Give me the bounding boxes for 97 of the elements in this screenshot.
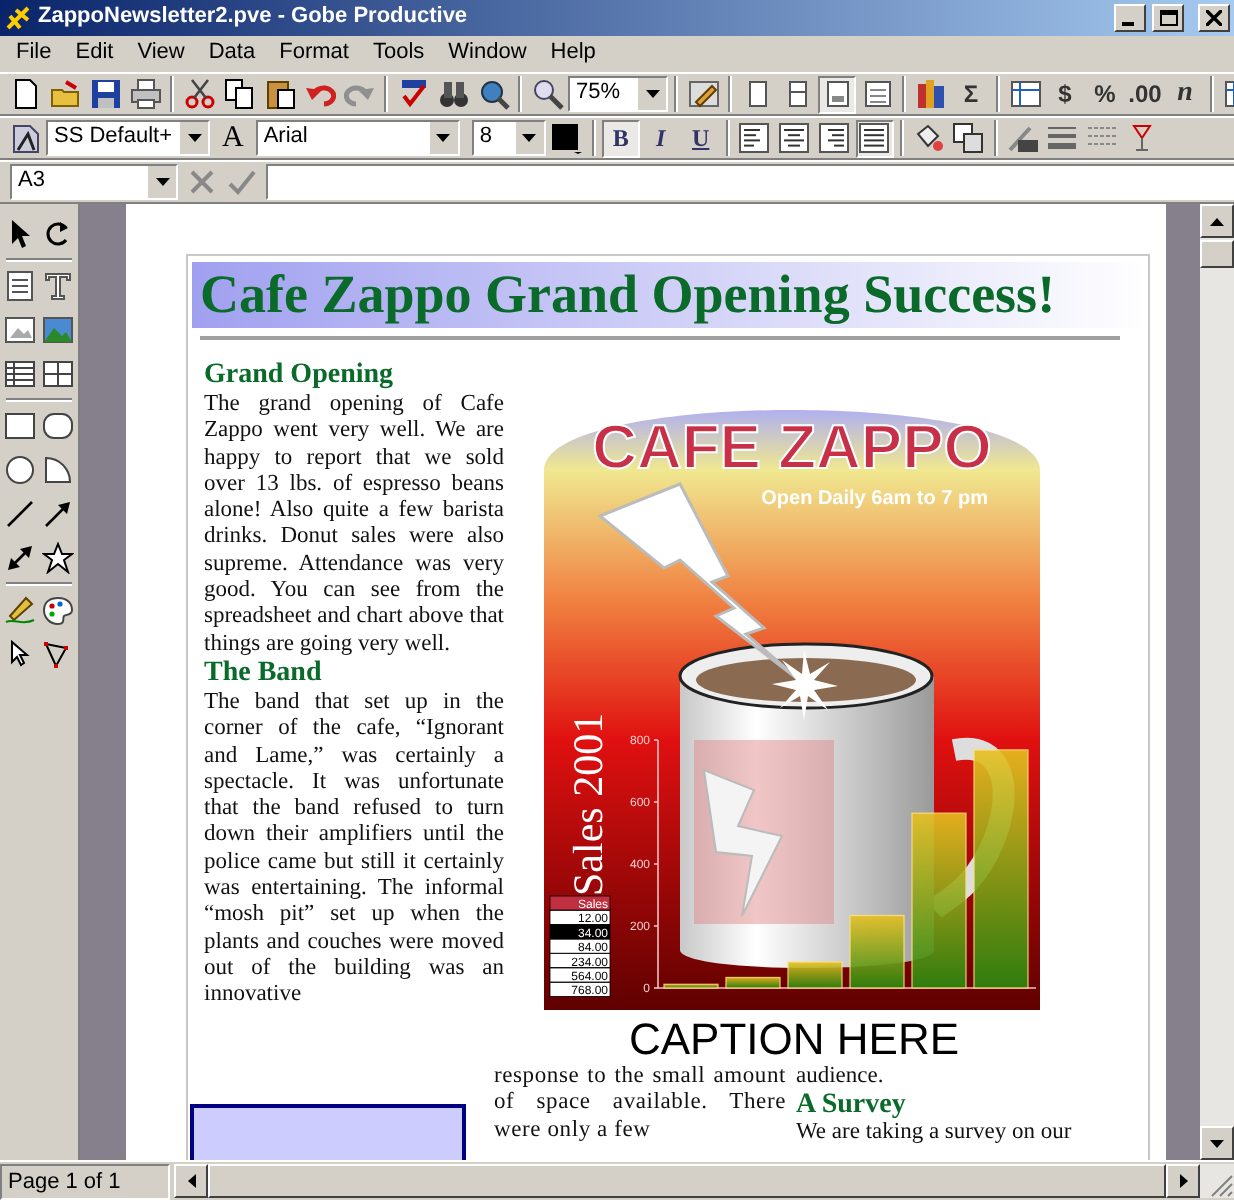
section-heading: A Survey <box>796 1090 908 1121</box>
bold-button[interactable]: B <box>601 119 640 157</box>
menu-item[interactable]: Tools <box>360 40 437 68</box>
paragraph: audience. <box>796 1064 886 1091</box>
menu-item[interactable]: Format <box>267 40 361 68</box>
dropdown-arrow-icon[interactable] <box>645 90 659 98</box>
palette-icon[interactable] <box>42 594 75 626</box>
line-weight-icon[interactable] <box>1046 122 1079 154</box>
zoom-icon[interactable] <box>531 78 563 110</box>
resize-grip-icon[interactable] <box>1210 1174 1234 1198</box>
chart-bar <box>725 976 781 989</box>
dropdown-arrow-icon[interactable] <box>155 178 169 186</box>
decimal-button[interactable]: .00 <box>1126 75 1164 113</box>
paragraph: response to the small amount of space available. There were only a few <box>494 1064 786 1144</box>
grid-icon[interactable] <box>42 358 75 390</box>
minimize-button[interactable] <box>1114 4 1146 32</box>
chart-bar <box>849 914 905 989</box>
style-icon[interactable] <box>9 122 41 154</box>
scroll-thumb[interactable] <box>208 1164 1166 1198</box>
close-button[interactable] <box>1198 4 1230 32</box>
formula-input[interactable] <box>266 164 1234 200</box>
close-icon[interactable] <box>1206 10 1222 26</box>
paragraph: The band that set up in the corner of the cafe, “Ignorant and Lame,” was certainly a spectacle. It was unfortunate that the band refused to turn down their amplifiers until the police came but still it certainly was entertaining. The informal “mosh pit” set up when the plants and couches were moved out of the building was an innovative <box>204 689 504 1010</box>
app-icon <box>4 4 32 32</box>
new-page-icon[interactable] <box>9 78 41 110</box>
underline-button[interactable]: U <box>681 119 720 157</box>
text-frame-icon[interactable] <box>3 270 36 302</box>
menu-item[interactable]: Data <box>196 40 268 68</box>
window-title: ZappoNewsletter2.pve - Gobe Productive <box>38 4 468 32</box>
chart-bar <box>663 983 719 989</box>
paragraph: We are taking a survey on our <box>796 1120 1074 1148</box>
style-select[interactable]: SS Default+ <box>46 120 210 156</box>
landscape-icon[interactable] <box>42 314 75 346</box>
arrange-icon[interactable] <box>952 122 985 154</box>
rectangle-icon[interactable] <box>3 410 36 442</box>
font-select[interactable]: Arial <box>255 120 460 156</box>
star-icon[interactable] <box>42 542 75 574</box>
poster-subtitle: Open Daily 6am to 7 pm <box>761 488 988 510</box>
currency-button[interactable]: $ <box>1046 75 1084 113</box>
printer-icon[interactable] <box>129 78 161 110</box>
paragraph: The grand opening of Cafe Zappo went very well. We are happy to report that we sold over 13 lbs. of espresso beans alone! Also quite a few barista drinks. Donut sales were also supreme. Attendance was very good. You can see from the spreadsheet and chart above that things are going very well. <box>204 392 504 658</box>
scroll-thumb[interactable] <box>1200 240 1234 268</box>
zoom-select[interactable]: 75% <box>568 76 668 112</box>
line-color-icon[interactable] <box>1006 122 1039 154</box>
highlighter-icon[interactable] <box>3 594 36 626</box>
size-select[interactable]: 8 <box>471 120 546 156</box>
up-arrow-icon[interactable] <box>1210 217 1224 225</box>
maximize-icon[interactable] <box>1159 10 1177 26</box>
rounded-rectangle-icon[interactable] <box>42 410 75 442</box>
sheet-grid-icon[interactable] <box>1009 78 1041 110</box>
text-tool-icon[interactable] <box>42 270 75 302</box>
down-arrow-icon[interactable] <box>1210 1139 1224 1147</box>
copy-icon[interactable] <box>223 78 255 110</box>
clipboard-icon[interactable] <box>263 78 295 110</box>
color-swatch[interactable] <box>550 122 583 154</box>
cell-select[interactable]: A3 <box>10 164 178 200</box>
table-grid-icon[interactable] <box>3 358 36 390</box>
right-arrow-icon[interactable] <box>1179 1174 1187 1188</box>
dropdown-arrow-icon[interactable] <box>436 134 451 142</box>
scissors-icon[interactable] <box>183 78 215 110</box>
scroll-left-button[interactable] <box>174 1164 208 1198</box>
folder-icon[interactable] <box>49 78 81 110</box>
globe-search-icon[interactable] <box>477 78 509 110</box>
left-arrow-icon[interactable] <box>187 1174 195 1188</box>
binoculars-icon[interactable] <box>437 78 469 110</box>
circle-icon[interactable] <box>3 454 36 486</box>
sum-button[interactable]: Σ <box>952 75 990 113</box>
percent-button[interactable]: % <box>1086 75 1124 113</box>
menu-item[interactable]: Window <box>436 40 539 68</box>
menu-item[interactable]: View <box>125 40 197 68</box>
fill-bucket-icon[interactable] <box>912 122 945 154</box>
dropdown-arrow-icon[interactable] <box>522 134 537 142</box>
line-icon[interactable] <box>3 498 36 530</box>
side-label: Sales 2001 <box>564 712 612 896</box>
page-indicator: Page 1 of 1 <box>0 1163 170 1199</box>
caption: CAPTION HERE <box>626 1014 962 1064</box>
section-heading: The Band <box>204 657 324 690</box>
double-arrow-icon[interactable] <box>3 542 36 574</box>
quarter-pie-icon[interactable] <box>42 454 75 486</box>
italic-button[interactable]: I <box>641 119 680 157</box>
menu-item[interactable]: Edit <box>63 40 126 68</box>
number-button[interactable]: n <box>1166 75 1204 113</box>
picture-frame-icon[interactable] <box>3 314 36 346</box>
section-heading: Grand Opening <box>204 360 396 392</box>
menu-item[interactable]: Help <box>538 40 608 68</box>
books-icon[interactable] <box>915 78 947 110</box>
font-letter: A <box>222 120 244 156</box>
spellcheck-icon[interactable] <box>397 78 429 110</box>
scroll-up-button[interactable] <box>1200 204 1234 238</box>
scroll-right-button[interactable] <box>1166 1164 1200 1198</box>
arrow-icon[interactable] <box>42 498 75 530</box>
menu-item[interactable]: File <box>4 40 64 68</box>
scroll-down-button[interactable] <box>1200 1126 1234 1160</box>
maximize-button[interactable] <box>1152 4 1184 32</box>
dropdown-arrow-icon[interactable] <box>187 134 201 142</box>
poster-title: CAFE ZAPPO <box>592 412 992 482</box>
chart-bar <box>787 961 843 989</box>
